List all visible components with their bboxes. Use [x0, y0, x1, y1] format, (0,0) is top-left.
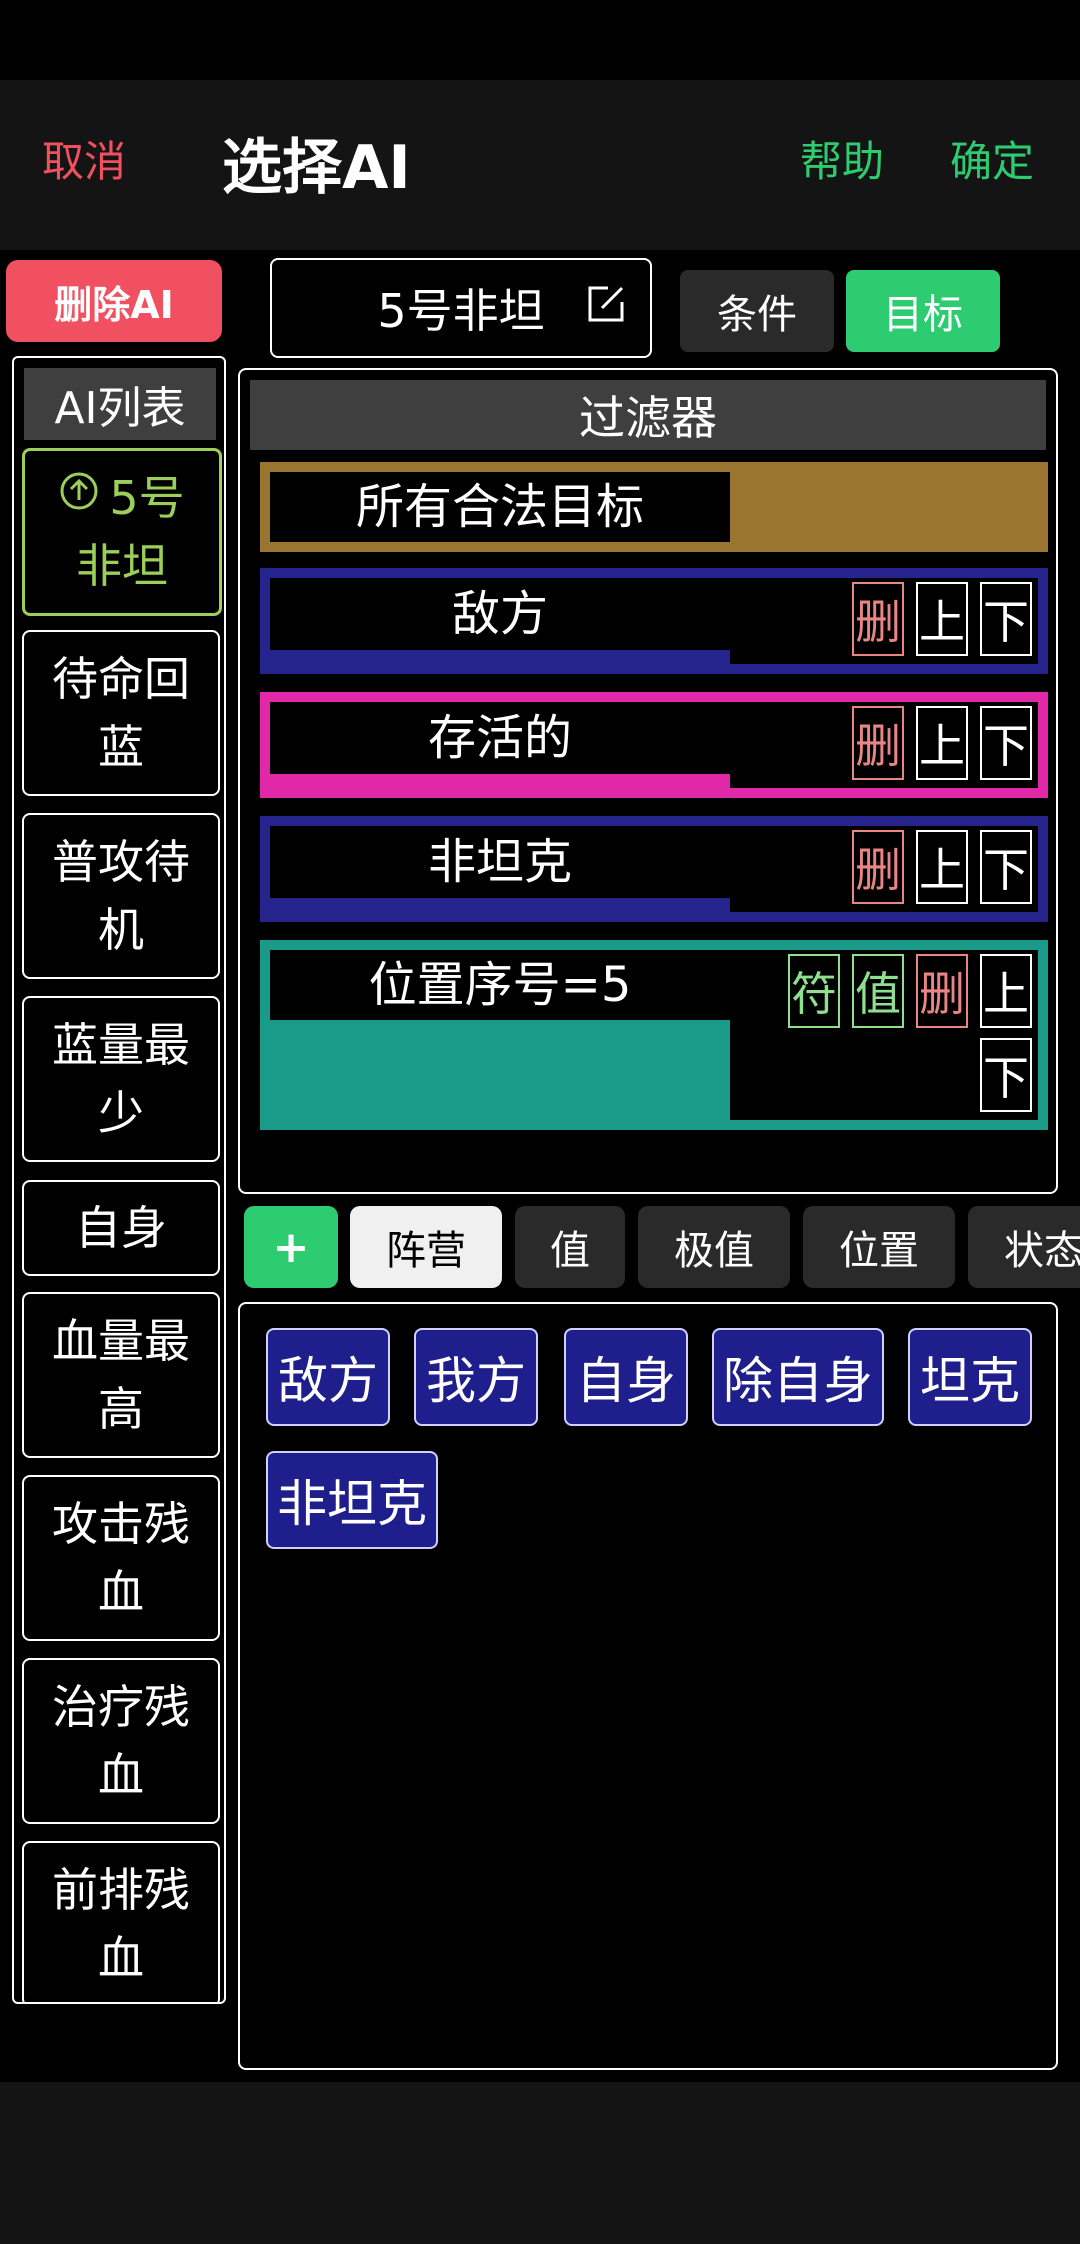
ai-item-line1: 待命回: [52, 652, 190, 706]
option-tank[interactable]: 坦克: [908, 1328, 1032, 1426]
filter-row[interactable]: 敌方 删 上 下: [260, 568, 1048, 674]
ai-list-item[interactable]: 待命回 蓝: [22, 630, 220, 796]
delete-button[interactable]: 删: [916, 954, 968, 1028]
tab-extreme[interactable]: 极值: [638, 1206, 790, 1288]
add-button[interactable]: +: [244, 1206, 338, 1288]
tab-position[interactable]: 位置: [803, 1206, 955, 1288]
filter-row[interactable]: 位置序号=5 符 值 删 上 下: [260, 940, 1048, 1130]
edit-icon[interactable]: [584, 282, 628, 326]
ai-item-line2: 血: [98, 1565, 144, 1619]
ai-item-line1: 普攻待: [52, 835, 190, 889]
ai-list-item[interactable]: 自身: [22, 1180, 220, 1276]
ai-item-line1: 血量最: [52, 1314, 190, 1368]
value-button[interactable]: 值: [852, 954, 904, 1028]
filter-row[interactable]: 非坦克 删 上 下: [260, 816, 1048, 922]
page-title: 选择AI: [222, 133, 411, 203]
ai-name-text: 5号非坦: [377, 284, 545, 338]
ai-item-line2: 血: [98, 1931, 144, 1985]
status-bar: [0, 0, 1080, 80]
ai-list-item-active[interactable]: 5号 非坦: [22, 448, 222, 616]
move-down-button[interactable]: 下: [980, 582, 1032, 656]
tab-target[interactable]: 目标: [846, 270, 1000, 352]
filter-row[interactable]: 所有合法目标: [260, 462, 1048, 552]
symbol-button[interactable]: 符: [788, 954, 840, 1028]
ai-item-line1: 蓝量最: [52, 1018, 190, 1072]
option-enemy[interactable]: 敌方: [266, 1328, 390, 1426]
ai-item-line2: 非坦: [76, 539, 168, 593]
move-up-button[interactable]: 上: [916, 830, 968, 904]
option-self[interactable]: 自身: [564, 1328, 688, 1426]
move-down-button[interactable]: 下: [980, 1038, 1032, 1112]
help-button[interactable]: 帮助: [800, 132, 884, 192]
ai-item-line1: 前排残: [52, 1863, 190, 1917]
ai-item-line1: 5号: [109, 471, 185, 525]
option-except-self[interactable]: 除自身: [712, 1328, 884, 1426]
ai-item-line2: 蓝: [98, 720, 144, 774]
ai-list-header: AI列表: [24, 368, 216, 440]
tab-status[interactable]: 状态: [968, 1206, 1080, 1288]
ai-list-item[interactable]: 前排残 血: [22, 1841, 220, 2002]
ai-list-item[interactable]: 治疗残 血: [22, 1658, 220, 1824]
ai-item-line2: 机: [98, 903, 144, 957]
ai-item-line1: 攻击残: [52, 1497, 190, 1551]
delete-button[interactable]: 删: [852, 830, 904, 904]
ai-list-panel[interactable]: AI列表 5号 非坦 待命回 蓝 普攻待 机 蓝量最 少 自身 血量最 高 攻击…: [12, 356, 226, 2004]
ai-list-item[interactable]: 血量最 高: [22, 1292, 220, 1458]
cancel-button[interactable]: 取消: [42, 132, 126, 192]
tab-condition[interactable]: 条件: [680, 270, 834, 352]
confirm-button[interactable]: 确定: [950, 132, 1034, 192]
move-up-button[interactable]: 上: [916, 706, 968, 780]
ai-list-item[interactable]: 蓝量最 少: [22, 996, 220, 1162]
filter-row-label: 位置序号=5: [368, 957, 632, 1013]
move-up-button[interactable]: 上: [916, 582, 968, 656]
move-down-button[interactable]: 下: [980, 830, 1032, 904]
ai-name-field[interactable]: 5号非坦: [270, 258, 652, 358]
ai-item-line1: 治疗残: [52, 1680, 190, 1734]
filter-row-label: 非坦克: [427, 834, 572, 890]
delete-button[interactable]: 删: [852, 706, 904, 780]
option-non-tank[interactable]: 非坦克: [266, 1451, 438, 1549]
option-ally[interactable]: 我方: [414, 1328, 538, 1426]
filter-row-label: 所有合法目标: [355, 479, 644, 535]
bottom-bar: [0, 2082, 1080, 2244]
tab-camp[interactable]: 阵营: [350, 1206, 502, 1288]
tab-value[interactable]: 值: [515, 1206, 625, 1288]
filter-title: 过滤器: [250, 380, 1046, 450]
ai-list-item[interactable]: 攻击残 血: [22, 1475, 220, 1641]
filter-panel: 过滤器 所有合法目标 敌方 删 上 下 存活的 删 上 下 非坦克 删 上 下 …: [238, 368, 1058, 1194]
filter-row[interactable]: 存活的 删 上 下: [260, 692, 1048, 798]
options-panel: 敌方 我方 自身 除自身 坦克 非坦克: [238, 1302, 1058, 2070]
ai-item-line2: 少: [98, 1086, 144, 1140]
nav-bar: 取消 选择AI 帮助 确定: [0, 80, 1080, 250]
ai-item-line2: 血: [98, 1748, 144, 1802]
move-up-button[interactable]: 上: [980, 954, 1032, 1028]
circle-up-arrow-icon: [60, 472, 98, 510]
filter-row-label: 敌方: [451, 586, 548, 642]
ai-item-line1: 自身: [75, 1201, 167, 1255]
delete-ai-button[interactable]: 删除AI: [6, 260, 222, 342]
ai-item-line2: 高: [98, 1382, 144, 1436]
filter-row-label: 存活的: [427, 710, 572, 766]
ai-list-item[interactable]: 普攻待 机: [22, 813, 220, 979]
move-down-button[interactable]: 下: [980, 706, 1032, 780]
delete-button[interactable]: 删: [852, 582, 904, 656]
